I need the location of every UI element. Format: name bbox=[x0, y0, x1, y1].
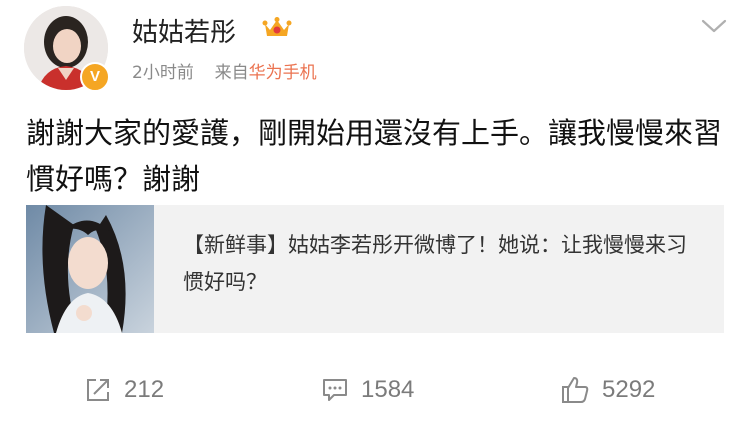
repost-button[interactable]: 212 bbox=[84, 366, 164, 414]
card-thumbnail bbox=[26, 205, 154, 333]
chevron-down-icon[interactable] bbox=[700, 16, 728, 36]
crown-icon[interactable] bbox=[262, 16, 292, 40]
card-thumbnail-image bbox=[26, 205, 154, 333]
repost-icon bbox=[87, 379, 109, 401]
source-prefix: 来自 bbox=[214, 63, 249, 83]
link-card[interactable]: 【新鲜事】姑姑李若彤开微博了！她说：让我慢慢来习惯好吗？ bbox=[26, 205, 724, 333]
comment-button[interactable]: 1584 bbox=[321, 366, 414, 414]
like-icon bbox=[562, 377, 589, 403]
post-text: 謝謝大家的愛護，剛開始用還沒有上手。讓我慢慢來習慣好嗎？謝謝 bbox=[26, 116, 723, 196]
comment-icon bbox=[323, 379, 347, 401]
post-meta: 2小时前 来自华为手机 bbox=[132, 58, 317, 83]
verified-badge: V bbox=[80, 62, 110, 92]
post-source[interactable]: 华为手机 bbox=[249, 63, 317, 83]
user-name[interactable]: 姑姑若彤 bbox=[132, 12, 236, 49]
like-button[interactable]: 5292 bbox=[560, 366, 655, 414]
card-text: 【新鲜事】姑姑李若彤开微博了！她说：让我慢慢来习惯好吗？ bbox=[183, 233, 687, 294]
like-count: 5292 bbox=[602, 376, 656, 403]
repost-count: 212 bbox=[124, 376, 165, 403]
comment-count: 1584 bbox=[361, 376, 415, 403]
post-time: 2小时前 bbox=[132, 63, 194, 83]
action-bar: 212 1584 5292 bbox=[0, 366, 750, 414]
